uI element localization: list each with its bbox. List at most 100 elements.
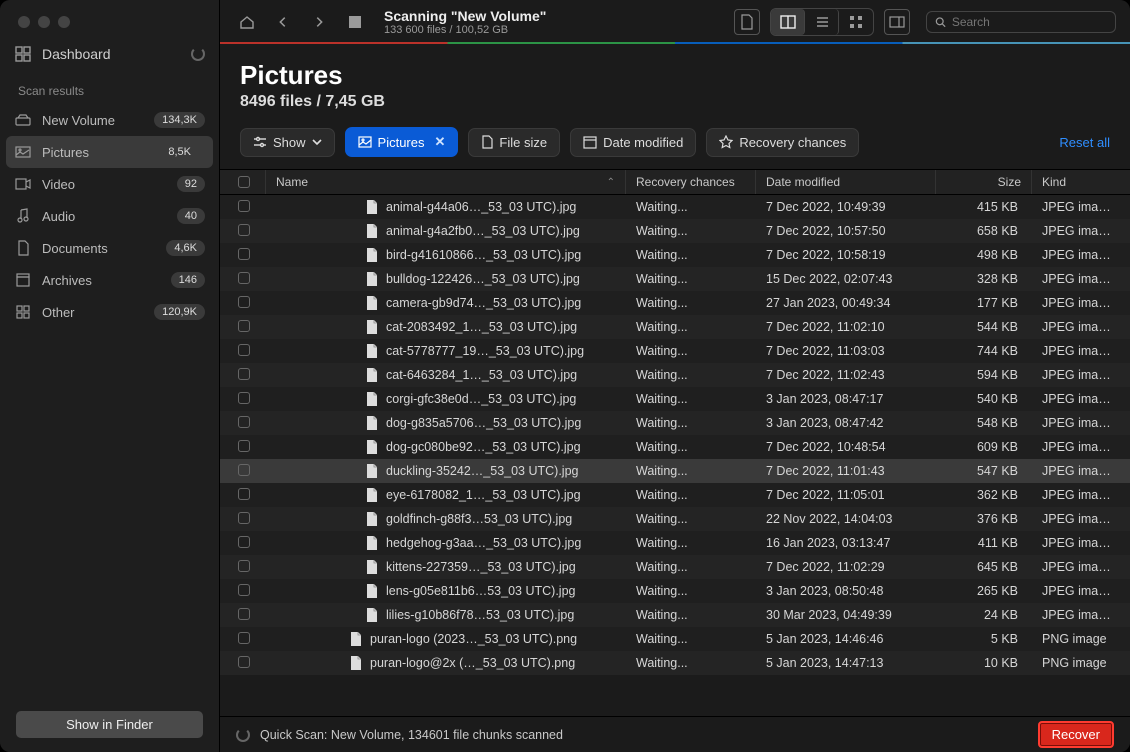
row-checkbox[interactable] <box>228 248 266 263</box>
sidebar-item-documents[interactable]: Documents4,6K <box>0 232 219 264</box>
sidebar-item-archives[interactable]: Archives146 <box>0 264 219 296</box>
file-icon <box>366 392 380 406</box>
row-checkbox[interactable] <box>228 656 266 671</box>
new-file-icon[interactable] <box>734 9 760 35</box>
scan-subtitle: 133 600 files / 100,52 GB <box>384 24 546 36</box>
table-row[interactable]: bulldog-122426…_53_03 UTC).jpgWaiting...… <box>220 267 1130 291</box>
row-recovery: Waiting... <box>626 344 756 358</box>
row-size: 744 KB <box>936 344 1032 358</box>
row-checkbox[interactable] <box>228 488 266 503</box>
table-row[interactable]: cat-5778777_19…_53_03 UTC).jpgWaiting...… <box>220 339 1130 363</box>
row-name: bulldog-122426…_53_03 UTC).jpg <box>266 272 626 286</box>
row-size: 328 KB <box>936 272 1032 286</box>
row-checkbox[interactable] <box>228 224 266 239</box>
table-row[interactable]: puran-logo@2x (…_53_03 UTC).pngWaiting..… <box>220 651 1130 675</box>
table-row[interactable]: animal-g4a2fb0…_53_03 UTC).jpgWaiting...… <box>220 219 1130 243</box>
grid-view-icon[interactable] <box>839 9 873 35</box>
maximize-icon[interactable] <box>58 16 70 28</box>
table-row[interactable]: cat-6463284_1…_53_03 UTC).jpgWaiting...7… <box>220 363 1130 387</box>
table-row[interactable]: bird-g41610866…_53_03 UTC).jpgWaiting...… <box>220 243 1130 267</box>
audio-icon <box>14 208 32 224</box>
filter-recovery-chances[interactable]: Recovery chances <box>706 128 859 157</box>
row-checkbox[interactable] <box>228 536 266 551</box>
home-icon[interactable] <box>234 9 260 35</box>
row-size: 498 KB <box>936 248 1032 262</box>
row-checkbox[interactable] <box>228 344 266 359</box>
spinner-icon <box>191 47 205 61</box>
row-size: 415 KB <box>936 200 1032 214</box>
main-panel: Scanning "New Volume" 133 600 files / 10… <box>220 0 1130 752</box>
list-view-icon[interactable] <box>805 9 839 35</box>
show-dropdown[interactable]: Show <box>240 128 335 157</box>
row-date: 3 Jan 2023, 08:50:48 <box>756 584 936 598</box>
table-row[interactable]: cat-2083492_1…_53_03 UTC).jpgWaiting...7… <box>220 315 1130 339</box>
row-name: cat-2083492_1…_53_03 UTC).jpg <box>266 320 626 334</box>
table-row[interactable]: camera-gb9d74…_53_03 UTC).jpgWaiting...2… <box>220 291 1130 315</box>
table-row[interactable]: puran-logo (2023…_53_03 UTC).pngWaiting.… <box>220 627 1130 651</box>
search-input[interactable] <box>952 15 1107 29</box>
remove-filter-icon[interactable]: ✕ <box>435 134 446 150</box>
sidebar-item-other[interactable]: Other120,9K <box>0 296 219 328</box>
back-icon[interactable] <box>270 9 296 35</box>
sidebar-item-pictures[interactable]: Pictures8,5K <box>6 136 213 168</box>
table-row[interactable]: kittens-227359…_53_03 UTC).jpgWaiting...… <box>220 555 1130 579</box>
row-checkbox[interactable] <box>228 416 266 431</box>
table-row[interactable]: animal-g44a06…_53_03 UTC).jpgWaiting...7… <box>220 195 1130 219</box>
row-kind: JPEG ima… <box>1032 272 1122 286</box>
filter-file-size[interactable]: File size <box>468 128 560 157</box>
row-checkbox[interactable] <box>228 584 266 599</box>
row-size: 411 KB <box>936 536 1032 550</box>
table-row[interactable]: dog-g835a5706…_53_03 UTC).jpgWaiting...3… <box>220 411 1130 435</box>
dashboard-link[interactable]: Dashboard <box>0 38 219 70</box>
row-checkbox[interactable] <box>228 200 266 215</box>
row-recovery: Waiting... <box>626 536 756 550</box>
col-size[interactable]: Size <box>936 170 1032 194</box>
select-all-checkbox[interactable] <box>228 170 266 194</box>
table-row[interactable]: corgi-gfc38e0d…_53_03 UTC).jpgWaiting...… <box>220 387 1130 411</box>
row-checkbox[interactable] <box>228 368 266 383</box>
table-row[interactable]: hedgehog-g3aa…_53_03 UTC).jpgWaiting...1… <box>220 531 1130 555</box>
table-row[interactable]: lens-g05e811b6…53_03 UTC).jpgWaiting...3… <box>220 579 1130 603</box>
row-checkbox[interactable] <box>228 440 266 455</box>
row-checkbox[interactable] <box>228 392 266 407</box>
show-in-finder-button[interactable]: Show in Finder <box>16 711 203 738</box>
row-checkbox[interactable] <box>228 560 266 575</box>
file-icon <box>366 440 380 454</box>
filter-pictures[interactable]: Pictures ✕ <box>345 127 459 157</box>
sidebar-item-audio[interactable]: Audio40 <box>0 200 219 232</box>
table-row[interactable]: duckling-35242…_53_03 UTC).jpgWaiting...… <box>220 459 1130 483</box>
reset-all-link[interactable]: Reset all <box>1059 135 1110 150</box>
file-icon <box>366 560 380 574</box>
filter-date-modified[interactable]: Date modified <box>570 128 696 157</box>
search-box[interactable] <box>926 11 1116 33</box>
table-row[interactable]: dog-gc080be92…_53_03 UTC).jpgWaiting...7… <box>220 435 1130 459</box>
col-name[interactable]: Name⌃ <box>266 170 626 194</box>
table-row[interactable]: goldfinch-g88f3…53_03 UTC).jpgWaiting...… <box>220 507 1130 531</box>
preview-pane-icon[interactable] <box>884 9 910 35</box>
row-kind: PNG image <box>1032 632 1122 646</box>
col-date[interactable]: Date modified <box>756 170 936 194</box>
row-checkbox[interactable] <box>228 320 266 335</box>
columns-view-icon[interactable] <box>771 9 805 35</box>
table-body[interactable]: animal-g44a06…_53_03 UTC).jpgWaiting...7… <box>220 195 1130 716</box>
minimize-icon[interactable] <box>38 16 50 28</box>
col-kind[interactable]: Kind <box>1032 170 1122 194</box>
close-icon[interactable] <box>18 16 30 28</box>
sidebar-item-new-volume[interactable]: New Volume134,3K <box>0 104 219 136</box>
row-kind: JPEG ima… <box>1032 608 1122 622</box>
row-checkbox[interactable] <box>228 272 266 287</box>
row-checkbox[interactable] <box>228 512 266 527</box>
row-checkbox[interactable] <box>228 632 266 647</box>
forward-icon[interactable] <box>306 9 332 35</box>
table-row[interactable]: eye-6178082_1…_53_03 UTC).jpgWaiting...7… <box>220 483 1130 507</box>
recover-button[interactable]: Recover <box>1038 721 1114 748</box>
file-icon <box>366 416 380 430</box>
row-date: 7 Dec 2022, 10:58:19 <box>756 248 936 262</box>
row-checkbox[interactable] <box>228 296 266 311</box>
row-checkbox[interactable] <box>228 608 266 623</box>
table-row[interactable]: lilies-g10b86f78…53_03 UTC).jpgWaiting..… <box>220 603 1130 627</box>
row-checkbox[interactable] <box>228 464 266 479</box>
stop-icon[interactable] <box>342 9 368 35</box>
col-recovery[interactable]: Recovery chances <box>626 170 756 194</box>
sidebar-item-video[interactable]: Video92 <box>0 168 219 200</box>
